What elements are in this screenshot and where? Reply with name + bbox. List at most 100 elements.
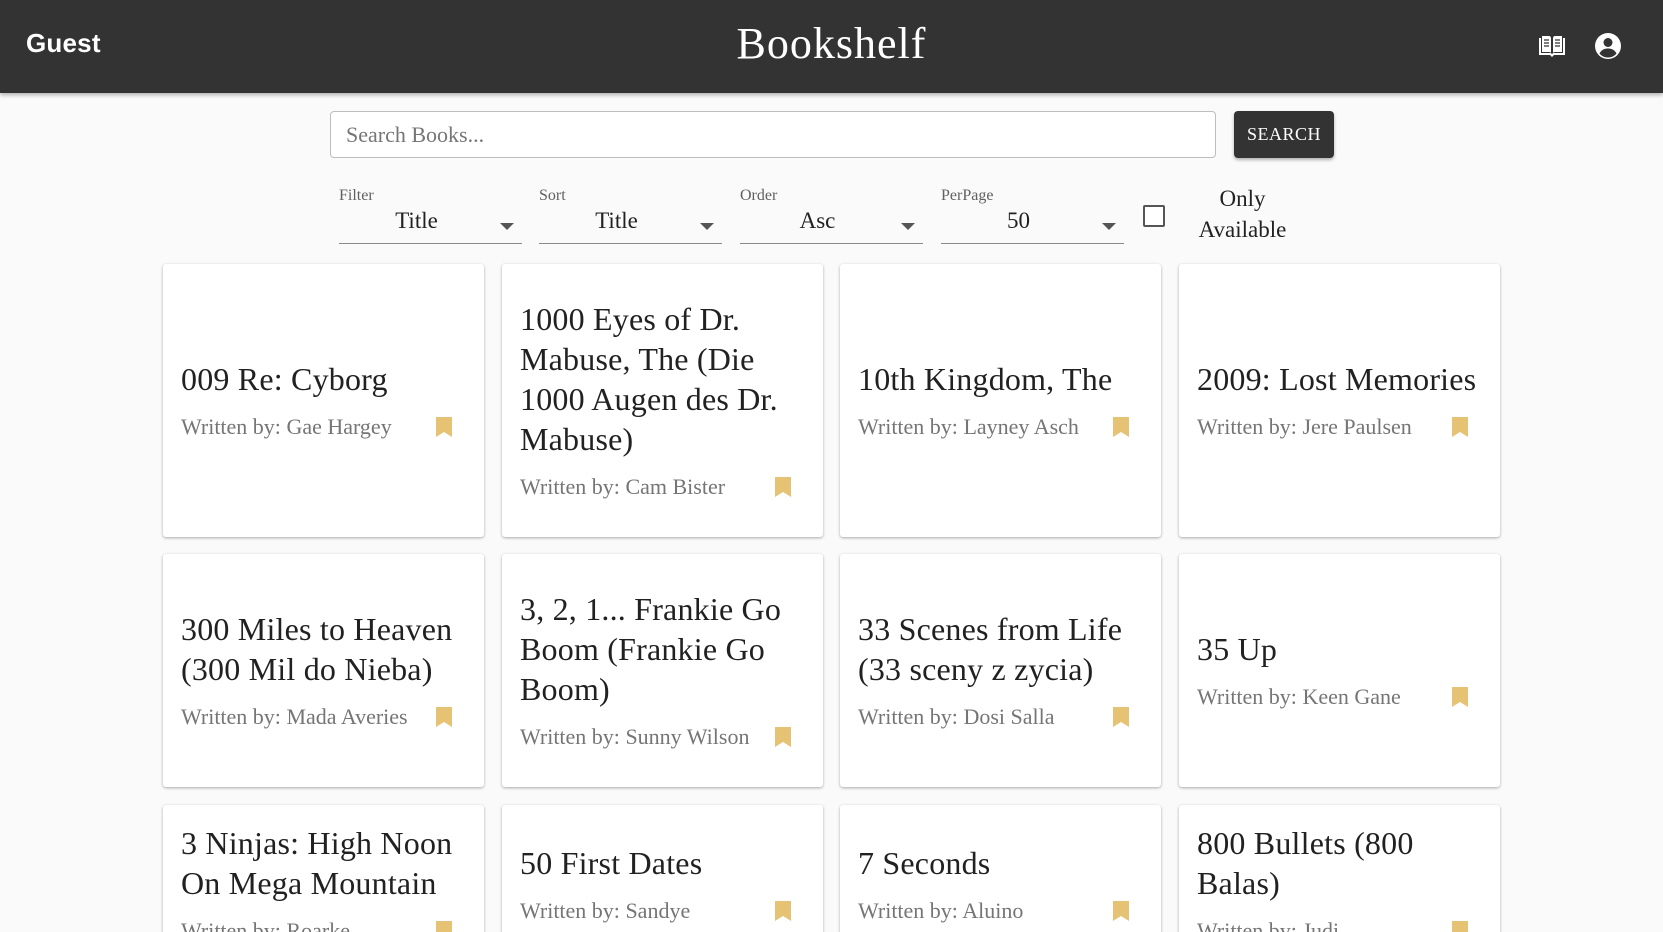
book-author: Written by: Layney Asch <box>858 411 1098 442</box>
book-author-name: Aluino <box>962 898 1024 923</box>
book-card[interactable]: 7 Seconds Written by: Aluino <box>840 805 1161 932</box>
book-author: Written by: Jere Paulsen <box>1197 411 1437 442</box>
book-author-row: Written by: Sandye <box>520 895 805 926</box>
book-card-content: 1000 Eyes of Dr. Mabuse, The (Die 1000 A… <box>520 264 805 537</box>
book-card[interactable]: 3 Ninjas: High Noon On Mega Mountain Writ… <box>163 805 484 932</box>
book-title: 10th Kingdom, The <box>858 361 1113 397</box>
filter-value: Title <box>395 208 438 233</box>
book-title: 35 Up <box>1197 631 1278 667</box>
search-input[interactable] <box>330 111 1216 158</box>
book-author-row: Written by: Layney Asch <box>858 411 1143 442</box>
book-card[interactable]: 1000 Eyes of Dr. Mabuse, The (Die 1000 A… <box>502 264 823 537</box>
book-card[interactable]: 35 Up Written by: Keen Gane <box>1179 554 1500 787</box>
book-card-content: 7 Seconds Written by: Aluino <box>858 805 1143 932</box>
book-author-prefix: Written by: <box>181 918 281 932</box>
book-author-prefix: Written by: <box>858 898 958 923</box>
filter-select[interactable]: Filter Title <box>339 183 522 244</box>
bookmark-icon[interactable] <box>435 920 453 932</box>
book-author: Written by: Sunny Wilson <box>520 721 760 752</box>
book-title: 800 Bullets (800 Balas) <box>1197 825 1414 901</box>
book-author-name: Roarke <box>286 918 350 932</box>
book-title: 50 First Dates <box>520 845 703 881</box>
book-icon[interactable] <box>1536 30 1568 62</box>
only-available-checkbox[interactable] <box>1143 205 1165 227</box>
book-card[interactable]: 33 Scenes from Life (33 sceny z zycia) Wr… <box>840 554 1161 787</box>
book-author-prefix: Written by: <box>520 474 620 499</box>
book-card[interactable]: 10th Kingdom, The Written by: Layney Asch <box>840 264 1161 537</box>
book-author-row: Written by: Aluino <box>858 895 1143 926</box>
book-author-row: Written by: Jere Paulsen <box>1197 411 1482 442</box>
order-value: Asc <box>799 208 836 233</box>
perpage-label: PerPage <box>941 187 994 204</box>
book-card-content: 10th Kingdom, The Written by: Layney Asch <box>858 264 1143 537</box>
bookmark-icon[interactable] <box>774 726 792 748</box>
book-author-name: Cam Bister <box>625 474 726 499</box>
book-title: 300 Miles to Heaven (300 Mil do Nieba) <box>181 611 453 687</box>
book-card[interactable]: 2009: Lost Memories Written by: Jere Paul… <box>1179 264 1500 537</box>
book-title: 3 Ninjas: High Noon On Mega Mountain <box>181 825 453 901</box>
book-author: Written by: Aluino <box>858 895 1098 926</box>
chevron-down-icon <box>700 223 714 230</box>
book-card[interactable]: 800 Bullets (800 Balas) Written by: Judi <box>1179 805 1500 932</box>
bookmark-icon[interactable] <box>774 900 792 922</box>
book-card[interactable]: 300 Miles to Heaven (300 Mil do Nieba) Wr… <box>163 554 484 787</box>
book-author: Written by: Mada Averies <box>181 701 421 732</box>
book-author-prefix: Written by: <box>181 704 281 729</box>
book-author-row: Written by: Dosi Salla <box>858 701 1143 732</box>
book-title: 009 Re: Cyborg <box>181 361 388 397</box>
bookmark-icon[interactable] <box>1112 416 1130 438</box>
app-title: Bookshelf <box>736 19 927 68</box>
book-card-content: 33 Scenes from Life (33 sceny z zycia) Wr… <box>858 554 1143 787</box>
search-button[interactable]: SEARCH <box>1234 111 1334 158</box>
book-card-content: 2009: Lost Memories Written by: Jere Paul… <box>1197 264 1482 537</box>
book-card[interactable]: 50 First Dates Written by: Sandye <box>502 805 823 932</box>
book-title: 3, 2, 1... Frankie Go Boom (Frankie Go B… <box>520 591 782 707</box>
book-author-prefix: Written by: <box>858 704 958 729</box>
book-author-name: Jere Paulsen <box>1302 414 1412 439</box>
book-card[interactable]: 3, 2, 1... Frankie Go Boom (Frankie Go B… <box>502 554 823 787</box>
book-card-content: 3, 2, 1... Frankie Go Boom (Frankie Go B… <box>520 554 805 787</box>
order-label: Order <box>740 187 778 204</box>
book-author-name: Gae Hargey <box>286 414 392 439</box>
sort-label: Sort <box>539 187 566 204</box>
bookmark-icon[interactable] <box>1112 706 1130 728</box>
book-author-row: Written by: Cam Bister <box>520 471 805 502</box>
bookmark-icon[interactable] <box>1451 920 1469 932</box>
book-author-row: Written by: Roarke <box>181 915 466 932</box>
book-card-content: 800 Bullets (800 Balas) Written by: Judi <box>1197 805 1482 932</box>
book-card-content: 009 Re: Cyborg Written by: Gae Hargey <box>181 264 466 537</box>
book-author: Written by: Gae Hargey <box>181 411 421 442</box>
chevron-down-icon <box>1102 223 1116 230</box>
book-author-name: Layney Asch <box>963 414 1079 439</box>
filter-label: Filter <box>339 187 374 204</box>
book-author-name: Judi <box>1302 918 1340 932</box>
book-author: Written by: Sandye <box>520 895 760 926</box>
book-author-prefix: Written by: <box>1197 684 1297 709</box>
bookmark-icon[interactable] <box>1451 416 1469 438</box>
book-author-name: Sandye <box>625 898 691 923</box>
book-card-content: 3 Ninjas: High Noon On Mega Mountain Writ… <box>181 805 466 932</box>
bookmark-icon[interactable] <box>435 706 453 728</box>
book-title: 2009: Lost Memories <box>1197 361 1477 397</box>
book-author-name: Dosi Salla <box>963 704 1055 729</box>
book-author-name: Sunny Wilson <box>625 724 750 749</box>
sort-select[interactable]: Sort Title <box>539 183 722 244</box>
chevron-down-icon <box>500 223 514 230</box>
book-author-prefix: Written by: <box>520 724 620 749</box>
book-author: Written by: Cam Bister <box>520 471 760 502</box>
book-author-row: Written by: Judi <box>1197 915 1482 932</box>
bookmark-icon[interactable] <box>435 416 453 438</box>
book-author: Written by: Roarke <box>181 915 421 932</box>
book-author-prefix: Written by: <box>1197 414 1297 439</box>
bookmark-icon[interactable] <box>774 476 792 498</box>
bookmark-icon[interactable] <box>1112 900 1130 922</box>
book-card[interactable]: 009 Re: Cyborg Written by: Gae Hargey <box>163 264 484 537</box>
order-select[interactable]: Order Asc <box>740 183 923 244</box>
book-author: Written by: Keen Gane <box>1197 681 1437 712</box>
perpage-value: 50 <box>1007 208 1030 233</box>
book-author-row: Written by: Keen Gane <box>1197 681 1482 712</box>
app-bar: Guest Bookshelf <box>0 0 1663 93</box>
bookmark-icon[interactable] <box>1451 686 1469 708</box>
perpage-select[interactable]: PerPage 50 <box>941 183 1124 244</box>
account-circle-icon[interactable] <box>1592 30 1624 62</box>
